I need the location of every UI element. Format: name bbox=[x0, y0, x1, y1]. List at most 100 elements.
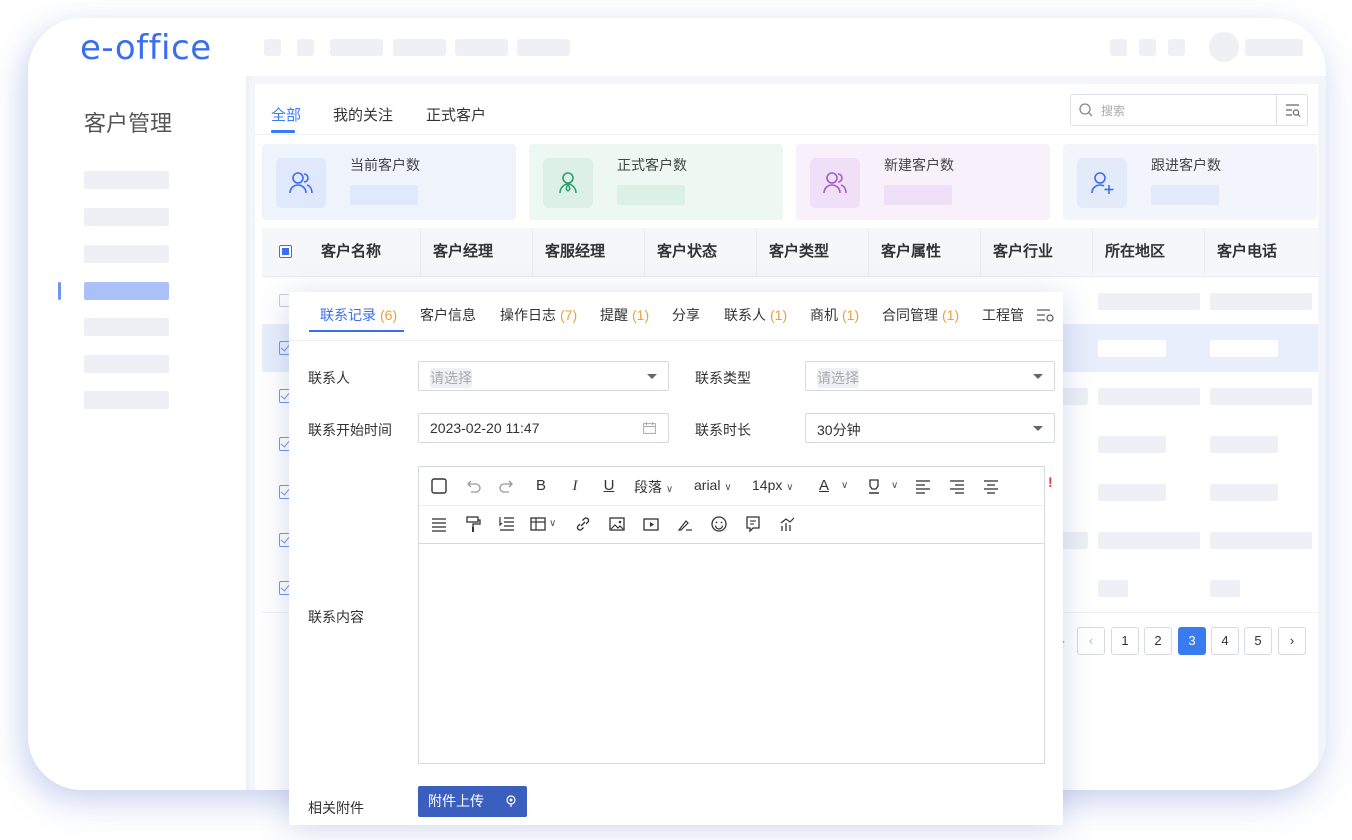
comment-icon[interactable] bbox=[744, 515, 762, 533]
sidebar-item[interactable] bbox=[84, 355, 169, 373]
font-size-dropdown[interactable]: 14px ∨ bbox=[752, 477, 794, 493]
contact-type-select[interactable]: 请选择 bbox=[805, 361, 1055, 391]
caret-down-icon bbox=[1033, 426, 1043, 431]
editor-content-area[interactable] bbox=[419, 544, 1044, 763]
paragraph-dropdown[interactable]: 段落 ∨ bbox=[634, 477, 673, 497]
start-time-value: 2023-02-20 11:47 bbox=[430, 420, 540, 436]
tab-my-follow[interactable]: 我的关注 bbox=[333, 104, 393, 125]
sidebar-item-active[interactable] bbox=[84, 282, 169, 300]
user-badge-icon bbox=[559, 172, 577, 194]
start-time-picker[interactable]: 2023-02-20 11:47 bbox=[418, 413, 669, 443]
tab-settings-icon[interactable] bbox=[1035, 306, 1055, 324]
upload-button[interactable]: 附件上传 bbox=[418, 786, 527, 817]
tab-opportunities[interactable]: 商机 (1) bbox=[810, 305, 859, 325]
format-painter-icon[interactable] bbox=[464, 515, 482, 533]
signature-icon[interactable] bbox=[676, 515, 694, 533]
tab-all[interactable]: 全部 bbox=[271, 104, 301, 125]
font-color-button[interactable]: A bbox=[815, 477, 833, 495]
sidebar: 客户管理 bbox=[28, 76, 249, 790]
sidebar-item[interactable] bbox=[84, 391, 169, 409]
cell-placeholder bbox=[1098, 580, 1128, 597]
page-button[interactable]: 2 bbox=[1144, 627, 1172, 655]
table-dropdown-icon[interactable]: ∨ bbox=[549, 518, 556, 529]
table-header: 客户名称 客户经理 客服经理 客户状态 客户类型 客户属性 客户行业 所在地区 … bbox=[262, 228, 1318, 277]
stat-card-current[interactable]: 当前客户数 bbox=[262, 144, 516, 220]
sidebar-item[interactable] bbox=[84, 318, 169, 336]
highlight-dropdown-icon[interactable]: ∨ bbox=[891, 480, 898, 491]
tab-contracts[interactable]: 合同管理 (1) bbox=[882, 305, 959, 325]
cell-placeholder bbox=[1210, 340, 1278, 357]
tab-contacts[interactable]: 联系人 (1) bbox=[724, 305, 787, 325]
duration-value: 30分钟 bbox=[817, 422, 861, 438]
tab-customer-info[interactable]: 客户信息 bbox=[420, 305, 476, 325]
top-placeholder bbox=[297, 39, 314, 56]
column-header[interactable]: 客户电话 bbox=[1205, 228, 1318, 276]
column-header[interactable]: 客服经理 bbox=[533, 228, 645, 276]
stat-card-formal[interactable]: 正式客户数 bbox=[529, 144, 783, 220]
table-icon[interactable] bbox=[529, 515, 547, 533]
page-button[interactable]: 4 bbox=[1211, 627, 1239, 655]
column-header[interactable]: 客户经理 bbox=[421, 228, 533, 276]
next-page-button[interactable]: › bbox=[1278, 627, 1306, 655]
chart-icon[interactable] bbox=[778, 515, 796, 533]
sidebar-item[interactable] bbox=[84, 171, 169, 189]
caret-down-icon bbox=[1033, 374, 1043, 379]
tab-contact-records[interactable]: 联系记录 (6) bbox=[320, 305, 397, 325]
top-icon-placeholder[interactable] bbox=[1139, 39, 1156, 56]
tab-share[interactable]: 分享 bbox=[672, 305, 700, 325]
justify-icon[interactable] bbox=[430, 515, 448, 533]
highlight-icon[interactable] bbox=[865, 477, 883, 495]
contact-select[interactable]: 请选择 bbox=[418, 361, 669, 391]
italic-button[interactable]: I bbox=[566, 477, 584, 495]
font-family-dropdown[interactable]: arial ∨ bbox=[694, 477, 732, 493]
select-all-checkbox[interactable] bbox=[279, 245, 292, 258]
page-button[interactable]: 1 bbox=[1111, 627, 1139, 655]
stat-value-placeholder bbox=[350, 185, 418, 205]
tab-reminders[interactable]: 提醒 (1) bbox=[600, 305, 649, 325]
align-left-icon[interactable] bbox=[914, 477, 932, 495]
column-header[interactable]: 客户类型 bbox=[757, 228, 869, 276]
search-input[interactable] bbox=[1099, 100, 1273, 122]
avatar[interactable] bbox=[1209, 32, 1239, 62]
sidebar-item[interactable] bbox=[84, 245, 169, 263]
tab-underline bbox=[309, 330, 404, 332]
stat-label: 新建客户数 bbox=[884, 157, 954, 173]
cell-placeholder bbox=[1098, 484, 1166, 501]
cell-placeholder bbox=[1098, 293, 1200, 310]
column-header[interactable]: 客户行业 bbox=[981, 228, 1093, 276]
duration-select[interactable]: 30分钟 bbox=[805, 413, 1055, 443]
sidebar-item[interactable] bbox=[84, 208, 169, 226]
tab-underline bbox=[271, 130, 295, 133]
emoji-icon[interactable] bbox=[710, 515, 728, 533]
tab-formal-customers[interactable]: 正式客户 bbox=[426, 104, 486, 125]
bold-button[interactable]: B bbox=[532, 477, 550, 495]
prev-page-button[interactable]: ‹ bbox=[1077, 627, 1105, 655]
undo-icon[interactable] bbox=[464, 477, 482, 495]
column-header[interactable]: 所在地区 bbox=[1093, 228, 1205, 276]
stat-icon-box bbox=[276, 158, 326, 208]
column-header[interactable]: 客户属性 bbox=[869, 228, 981, 276]
stat-card-new[interactable]: 新建客户数 bbox=[796, 144, 1050, 220]
line-height-icon[interactable] bbox=[498, 515, 516, 533]
top-icon-placeholder[interactable] bbox=[1110, 39, 1127, 56]
fullscreen-icon[interactable] bbox=[430, 477, 448, 495]
stat-card-followup[interactable]: 跟进客户数 bbox=[1063, 144, 1317, 220]
tab-operation-log[interactable]: 操作日志 (7) bbox=[500, 305, 577, 325]
redo-icon[interactable] bbox=[498, 477, 516, 495]
tab-projects[interactable]: 工程管 bbox=[982, 305, 1024, 325]
video-icon[interactable] bbox=[642, 515, 660, 533]
page-button-current[interactable]: 3 bbox=[1178, 627, 1206, 655]
top-icon-placeholder[interactable] bbox=[1168, 39, 1185, 56]
users-icon bbox=[289, 172, 313, 194]
page-button[interactable]: 5 bbox=[1244, 627, 1272, 655]
column-header[interactable]: 客户状态 bbox=[645, 228, 757, 276]
align-right-icon[interactable] bbox=[948, 477, 966, 495]
font-color-dropdown-icon[interactable]: ∨ bbox=[841, 480, 848, 491]
filter-button[interactable] bbox=[1276, 95, 1308, 125]
underline-button[interactable]: U bbox=[600, 477, 618, 495]
column-header[interactable]: 客户名称 bbox=[309, 228, 421, 276]
image-icon[interactable] bbox=[608, 515, 626, 533]
align-center-icon[interactable] bbox=[982, 477, 1000, 495]
top-placeholder bbox=[517, 39, 570, 56]
link-icon[interactable] bbox=[574, 515, 592, 533]
